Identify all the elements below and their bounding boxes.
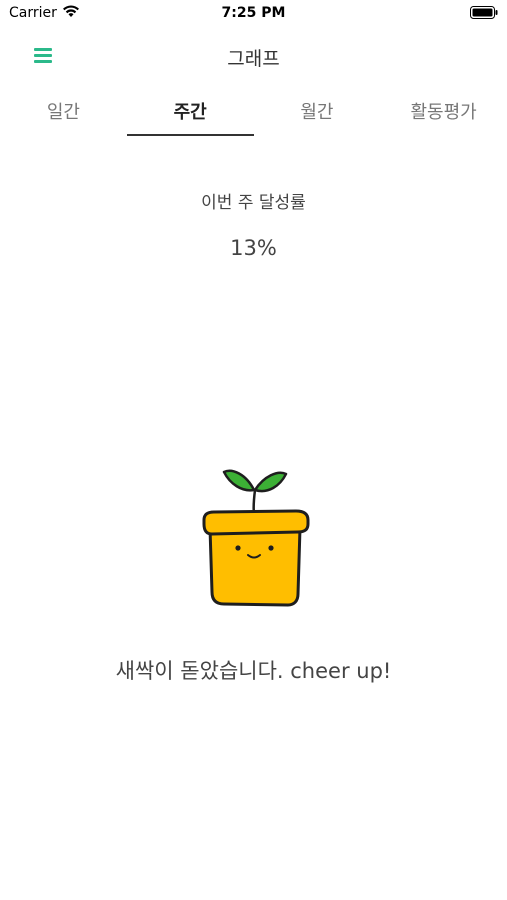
status-time: 7:25 PM	[221, 5, 286, 21]
navigation-bar: 그래프	[0, 36, 507, 76]
tab-monthly[interactable]: 월간	[254, 90, 381, 136]
tab-activity-evaluation[interactable]: 활동평가	[380, 90, 507, 136]
tab-daily[interactable]: 일간	[0, 90, 127, 136]
sprout-pot-icon	[202, 469, 310, 607]
weekly-achievement-value: 13%	[230, 236, 277, 260]
tab-weekly[interactable]: 주간	[126, 90, 254, 136]
encouragement-message: 새싹이 돋았습니다. cheer up!	[115, 659, 392, 683]
period-tabs: 일간 주간 월간 활동평가	[0, 90, 507, 136]
battery-icon	[470, 6, 498, 19]
page-title: 그래프	[227, 48, 280, 70]
weekly-achievement-label: 이번 주 달성률	[201, 193, 306, 213]
status-bar: Carrier 7:25 PM	[0, 0, 507, 30]
